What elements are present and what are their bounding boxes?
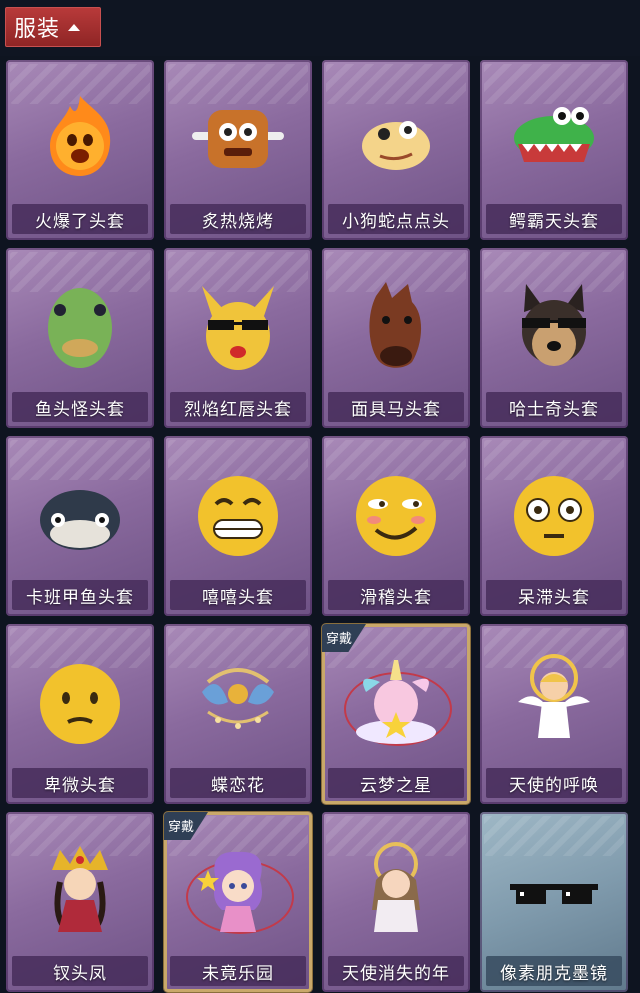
humble-emoji-head-icon: [40, 664, 120, 744]
item-card[interactable]: 天使的呼唤: [480, 624, 628, 804]
equipped-badge: 穿戴: [164, 812, 208, 840]
item-card[interactable]: 卡班甲鱼头套: [6, 436, 154, 616]
item-card[interactable]: 小狗蛇点点头: [322, 60, 470, 240]
fire-head-icon: [50, 96, 111, 176]
equipped-badge: 穿戴: [322, 624, 366, 652]
item-card[interactable]: 钗头凤: [6, 812, 154, 992]
item-name: 未竟乐园: [170, 956, 306, 986]
phoenix-crown-figure-icon: [52, 846, 108, 932]
item-card[interactable]: 鱼头怪头套: [6, 248, 154, 428]
snake-head-icon: [362, 121, 430, 170]
item-card-equipped[interactable]: 穿戴 未竟乐园: [164, 812, 312, 992]
unicorn-cloud-icon: [356, 660, 436, 744]
item-name: 蝶恋花: [170, 768, 306, 798]
item-name: 天使消失的年: [328, 956, 464, 986]
item-card[interactable]: 像素朋克墨镜: [480, 812, 628, 992]
item-name: 小狗蛇点点头: [328, 204, 464, 234]
grin-emoji-head-icon: [198, 476, 278, 556]
barbecue-head-icon: [192, 110, 284, 168]
item-name: 云梦之星: [328, 768, 464, 798]
item-card[interactable]: 滑稽头套: [322, 436, 470, 616]
angel-figure-icon: [518, 654, 590, 738]
item-card[interactable]: 蝶恋花: [164, 624, 312, 804]
dazed-emoji-head-icon: [514, 476, 594, 556]
item-card[interactable]: 嘻嘻头套: [164, 436, 312, 616]
item-card[interactable]: 呆滞头套: [480, 436, 628, 616]
item-name: 火爆了头套: [12, 204, 148, 234]
item-card[interactable]: 鳄霸天头套: [480, 60, 628, 240]
item-name: 面具马头套: [328, 392, 464, 422]
item-name: 鱼头怪头套: [12, 392, 148, 422]
item-grid: 火爆了头套 炙热烧烤 小狗蛇点点头 鳄霸天头套 鱼头怪头套 烈焰红唇头套 面具马…: [6, 60, 628, 992]
fairy-figure-icon: [197, 851, 262, 932]
item-card[interactable]: 哈士奇头套: [480, 248, 628, 428]
item-card[interactable]: 卑微头套: [6, 624, 154, 804]
item-card[interactable]: 炙热烧烤: [164, 60, 312, 240]
item-name: 哈士奇头套: [486, 392, 622, 422]
item-name: 鳄霸天头套: [486, 204, 622, 234]
item-name: 滑稽头套: [328, 580, 464, 610]
turtle-head-icon: [40, 490, 120, 550]
item-name: 卡班甲鱼头套: [12, 580, 148, 610]
smirk-emoji-head-icon: [356, 476, 436, 556]
item-card[interactable]: 面具马头套: [322, 248, 470, 428]
item-name: 嘻嘻头套: [170, 580, 306, 610]
husky-head-icon: [522, 284, 586, 366]
item-name: 卑微头套: [12, 768, 148, 798]
yellow-mouse-head-icon: [202, 286, 274, 370]
section-tab-label: 服装: [14, 17, 61, 42]
chevron-up-icon: [68, 23, 81, 31]
item-name: 呆滞头套: [486, 580, 622, 610]
butterfly-crown-icon: [202, 668, 274, 729]
item-name: 钗头凤: [12, 956, 148, 986]
item-card[interactable]: 烈焰红唇头套: [164, 248, 312, 428]
horse-head-icon: [369, 282, 422, 368]
item-name: 烈焰红唇头套: [170, 392, 306, 422]
section-tab-clothing[interactable]: 服装: [5, 7, 101, 47]
angel-girl-figure-icon: [372, 842, 420, 932]
item-card-equipped[interactable]: 穿戴 云梦之星: [322, 624, 470, 804]
top-bar: 服装: [0, 0, 640, 56]
fish-head-icon: [48, 288, 112, 368]
pixel-sunglasses-icon: [510, 884, 598, 904]
item-name: 像素朋克墨镜: [486, 956, 622, 986]
item-card[interactable]: 火爆了头套: [6, 60, 154, 240]
item-name: 天使的呼唤: [486, 768, 622, 798]
crocodile-head-icon: [514, 107, 594, 162]
item-name: 炙热烧烤: [170, 204, 306, 234]
item-card[interactable]: 天使消失的年: [322, 812, 470, 992]
